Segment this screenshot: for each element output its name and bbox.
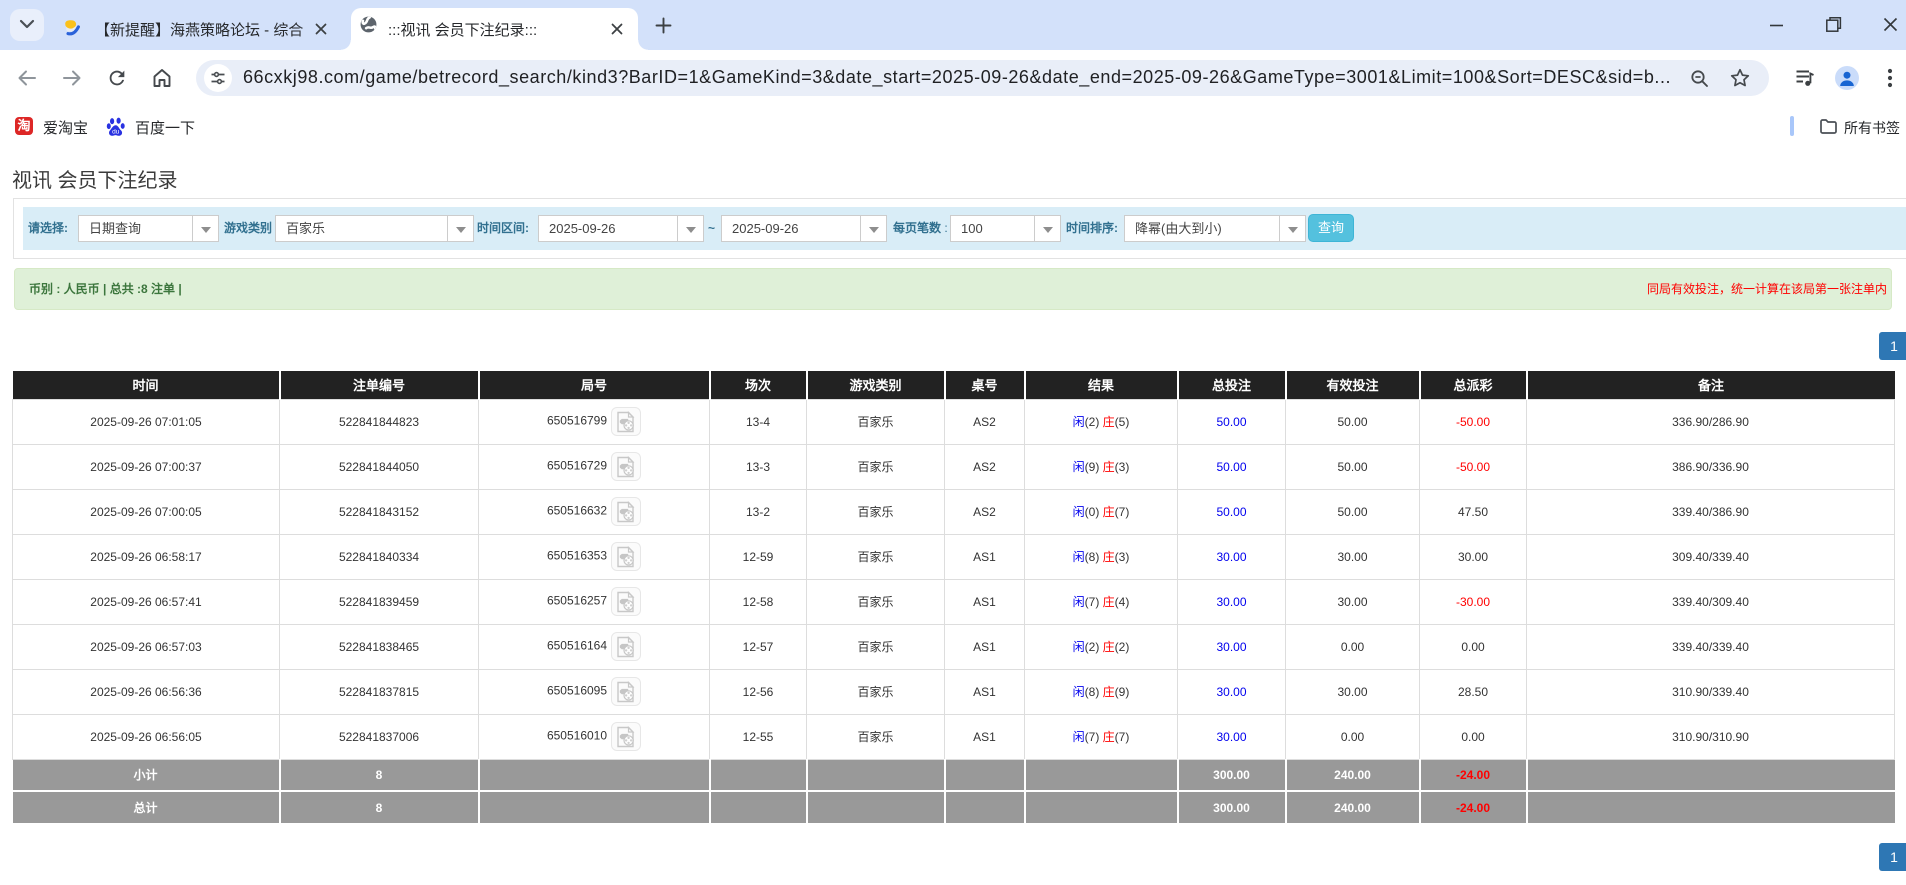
svg-text:du: du xyxy=(112,128,120,135)
